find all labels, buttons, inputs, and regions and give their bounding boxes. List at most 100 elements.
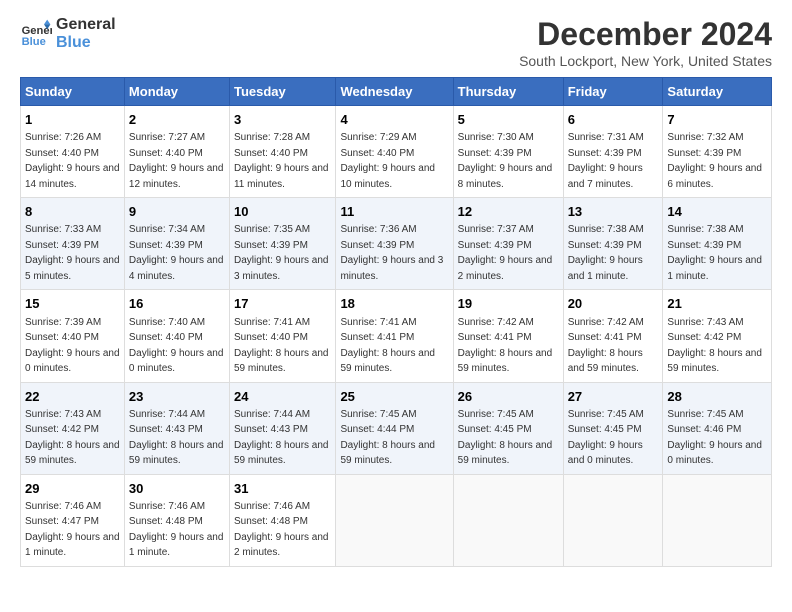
calendar-body: 1 Sunrise: 7:26 AMSunset: 4:40 PMDayligh… [21,106,772,567]
calendar-week-row: 8 Sunrise: 7:33 AMSunset: 4:39 PMDayligh… [21,198,772,290]
day-number: 23 [129,388,225,406]
calendar-cell: 5 Sunrise: 7:30 AMSunset: 4:39 PMDayligh… [453,106,563,198]
calendar-cell: 26 Sunrise: 7:45 AMSunset: 4:45 PMDaylig… [453,382,563,474]
day-number: 18 [340,295,448,313]
day-info: Sunrise: 7:45 AMSunset: 4:45 PMDaylight:… [458,409,553,467]
calendar-cell: 2 Sunrise: 7:27 AMSunset: 4:40 PMDayligh… [124,106,229,198]
day-number: 16 [129,295,225,313]
day-info: Sunrise: 7:28 AMSunset: 4:40 PMDaylight:… [234,132,329,190]
day-number: 13 [568,203,659,221]
day-info: Sunrise: 7:46 AMSunset: 4:48 PMDaylight:… [129,501,224,559]
calendar-cell: 6 Sunrise: 7:31 AMSunset: 4:39 PMDayligh… [563,106,663,198]
day-info: Sunrise: 7:39 AMSunset: 4:40 PMDaylight:… [25,317,120,375]
calendar-cell: 10 Sunrise: 7:35 AMSunset: 4:39 PMDaylig… [229,198,335,290]
day-info: Sunrise: 7:43 AMSunset: 4:42 PMDaylight:… [667,317,762,375]
day-info: Sunrise: 7:45 AMSunset: 4:46 PMDaylight:… [667,409,762,467]
svg-text:Blue: Blue [22,36,46,48]
day-number: 4 [340,111,448,129]
calendar-cell: 20 Sunrise: 7:42 AMSunset: 4:41 PMDaylig… [563,290,663,382]
day-info: Sunrise: 7:32 AMSunset: 4:39 PMDaylight:… [667,132,762,190]
calendar-cell: 25 Sunrise: 7:45 AMSunset: 4:44 PMDaylig… [336,382,453,474]
header-cell-thursday: Thursday [453,78,563,106]
day-number: 12 [458,203,559,221]
calendar-cell: 18 Sunrise: 7:41 AMSunset: 4:41 PMDaylig… [336,290,453,382]
day-number: 31 [234,480,331,498]
page-header: General Blue General Blue December 2024 … [20,16,772,69]
calendar-week-row: 1 Sunrise: 7:26 AMSunset: 4:40 PMDayligh… [21,106,772,198]
calendar-subtitle: South Lockport, New York, United States [519,53,772,69]
day-number: 9 [129,203,225,221]
calendar-cell [453,474,563,566]
day-info: Sunrise: 7:34 AMSunset: 4:39 PMDaylight:… [129,224,224,282]
calendar-cell: 7 Sunrise: 7:32 AMSunset: 4:39 PMDayligh… [663,106,772,198]
day-info: Sunrise: 7:45 AMSunset: 4:44 PMDaylight:… [340,409,435,467]
calendar-cell [563,474,663,566]
day-number: 26 [458,388,559,406]
day-info: Sunrise: 7:38 AMSunset: 4:39 PMDaylight:… [568,224,644,282]
day-info: Sunrise: 7:43 AMSunset: 4:42 PMDaylight:… [25,409,120,467]
day-info: Sunrise: 7:29 AMSunset: 4:40 PMDaylight:… [340,132,435,190]
logo-line2: Blue [56,34,116,52]
day-info: Sunrise: 7:35 AMSunset: 4:39 PMDaylight:… [234,224,329,282]
calendar-header-row: SundayMondayTuesdayWednesdayThursdayFrid… [21,78,772,106]
title-block: December 2024 South Lockport, New York, … [519,16,772,69]
header-cell-wednesday: Wednesday [336,78,453,106]
day-info: Sunrise: 7:38 AMSunset: 4:39 PMDaylight:… [667,224,762,282]
calendar-cell: 1 Sunrise: 7:26 AMSunset: 4:40 PMDayligh… [21,106,125,198]
day-number: 2 [129,111,225,129]
day-info: Sunrise: 7:36 AMSunset: 4:39 PMDaylight:… [340,224,443,282]
day-number: 11 [340,203,448,221]
day-number: 24 [234,388,331,406]
calendar-week-row: 29 Sunrise: 7:46 AMSunset: 4:47 PMDaylig… [21,474,772,566]
logo-line1: General [56,16,116,34]
calendar-cell: 17 Sunrise: 7:41 AMSunset: 4:40 PMDaylig… [229,290,335,382]
day-info: Sunrise: 7:42 AMSunset: 4:41 PMDaylight:… [458,317,553,375]
calendar-cell: 8 Sunrise: 7:33 AMSunset: 4:39 PMDayligh… [21,198,125,290]
calendar-cell: 9 Sunrise: 7:34 AMSunset: 4:39 PMDayligh… [124,198,229,290]
day-number: 17 [234,295,331,313]
calendar-cell: 24 Sunrise: 7:44 AMSunset: 4:43 PMDaylig… [229,382,335,474]
calendar-cell: 19 Sunrise: 7:42 AMSunset: 4:41 PMDaylig… [453,290,563,382]
day-number: 10 [234,203,331,221]
day-number: 20 [568,295,659,313]
calendar-cell: 4 Sunrise: 7:29 AMSunset: 4:40 PMDayligh… [336,106,453,198]
day-number: 3 [234,111,331,129]
day-info: Sunrise: 7:27 AMSunset: 4:40 PMDaylight:… [129,132,224,190]
day-info: Sunrise: 7:33 AMSunset: 4:39 PMDaylight:… [25,224,120,282]
day-info: Sunrise: 7:31 AMSunset: 4:39 PMDaylight:… [568,132,644,190]
day-number: 1 [25,111,120,129]
calendar-cell: 3 Sunrise: 7:28 AMSunset: 4:40 PMDayligh… [229,106,335,198]
calendar-cell: 27 Sunrise: 7:45 AMSunset: 4:45 PMDaylig… [563,382,663,474]
calendar-week-row: 22 Sunrise: 7:43 AMSunset: 4:42 PMDaylig… [21,382,772,474]
calendar-cell: 15 Sunrise: 7:39 AMSunset: 4:40 PMDaylig… [21,290,125,382]
day-number: 30 [129,480,225,498]
logo-icon: General Blue [20,18,52,50]
day-info: Sunrise: 7:44 AMSunset: 4:43 PMDaylight:… [234,409,329,467]
calendar-cell [663,474,772,566]
calendar-cell: 31 Sunrise: 7:46 AMSunset: 4:48 PMDaylig… [229,474,335,566]
day-number: 22 [25,388,120,406]
calendar-title: December 2024 [519,16,772,53]
header-cell-tuesday: Tuesday [229,78,335,106]
calendar-cell: 12 Sunrise: 7:37 AMSunset: 4:39 PMDaylig… [453,198,563,290]
day-number: 7 [667,111,767,129]
header-cell-friday: Friday [563,78,663,106]
calendar-cell: 21 Sunrise: 7:43 AMSunset: 4:42 PMDaylig… [663,290,772,382]
day-number: 14 [667,203,767,221]
day-number: 27 [568,388,659,406]
day-info: Sunrise: 7:30 AMSunset: 4:39 PMDaylight:… [458,132,553,190]
day-info: Sunrise: 7:26 AMSunset: 4:40 PMDaylight:… [25,132,120,190]
day-number: 6 [568,111,659,129]
calendar-cell [336,474,453,566]
day-number: 25 [340,388,448,406]
day-number: 8 [25,203,120,221]
calendar-cell: 16 Sunrise: 7:40 AMSunset: 4:40 PMDaylig… [124,290,229,382]
header-cell-saturday: Saturday [663,78,772,106]
calendar-table: SundayMondayTuesdayWednesdayThursdayFrid… [20,77,772,567]
header-cell-monday: Monday [124,78,229,106]
day-number: 19 [458,295,559,313]
calendar-cell: 11 Sunrise: 7:36 AMSunset: 4:39 PMDaylig… [336,198,453,290]
calendar-cell: 30 Sunrise: 7:46 AMSunset: 4:48 PMDaylig… [124,474,229,566]
day-info: Sunrise: 7:46 AMSunset: 4:48 PMDaylight:… [234,501,329,559]
day-info: Sunrise: 7:41 AMSunset: 4:41 PMDaylight:… [340,317,435,375]
